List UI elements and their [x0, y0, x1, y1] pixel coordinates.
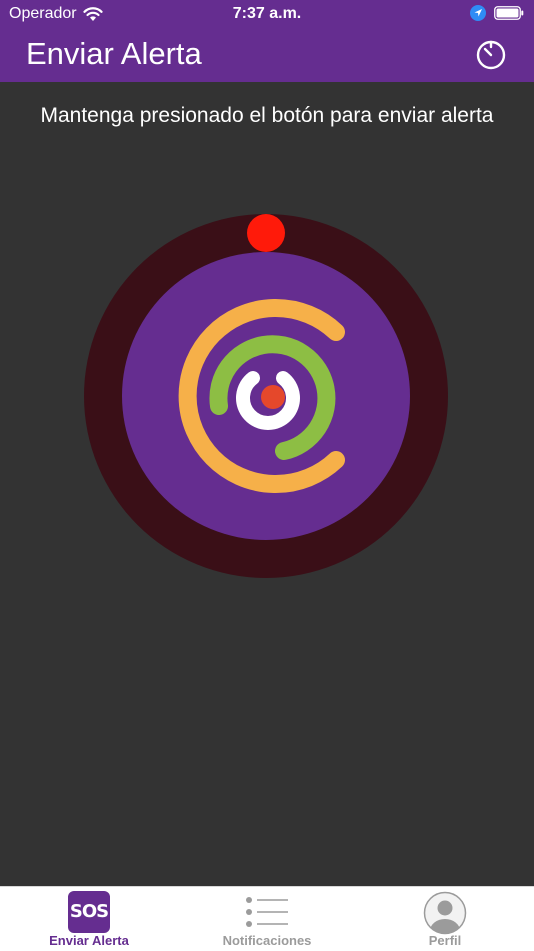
tab-label-notificaciones: Notificaciones — [222, 933, 312, 948]
tab-label-enviar-alerta: Enviar Alerta — [49, 933, 129, 948]
location-arrow-icon — [470, 5, 486, 21]
center-dot — [261, 385, 285, 409]
instruction-text: Mantenga presionado el botón para enviar… — [40, 104, 494, 127]
sos-graphic — [84, 214, 448, 578]
top-bar: Operador 7:37 a.m. Enviar Alerta — [0, 0, 534, 82]
tab-enviar-alerta[interactable]: SOS Enviar Alerta — [0, 887, 178, 951]
sos-icon-text: SOS — [68, 891, 110, 933]
tab-label-perfil: Perfil — [428, 933, 462, 948]
sos-icon: SOS — [68, 891, 110, 933]
list-icon — [244, 891, 290, 936]
timer-button[interactable] — [474, 38, 508, 72]
status-bar: Operador 7:37 a.m. — [0, 0, 534, 28]
tab-bar: SOS Enviar Alerta Notificaciones Perfil — [0, 886, 534, 951]
sos-hold-button[interactable] — [84, 214, 448, 578]
battery-icon — [494, 6, 524, 20]
status-time: 7:37 a.m. — [232, 5, 302, 22]
status-icons — [470, 5, 524, 21]
progress-indicator-dot[interactable] — [247, 214, 285, 252]
tab-perfil[interactable]: Perfil — [356, 887, 534, 951]
timer-icon — [476, 40, 506, 70]
tab-notificaciones[interactable]: Notificaciones — [178, 887, 356, 951]
page-title: Enviar Alerta — [26, 36, 202, 71]
